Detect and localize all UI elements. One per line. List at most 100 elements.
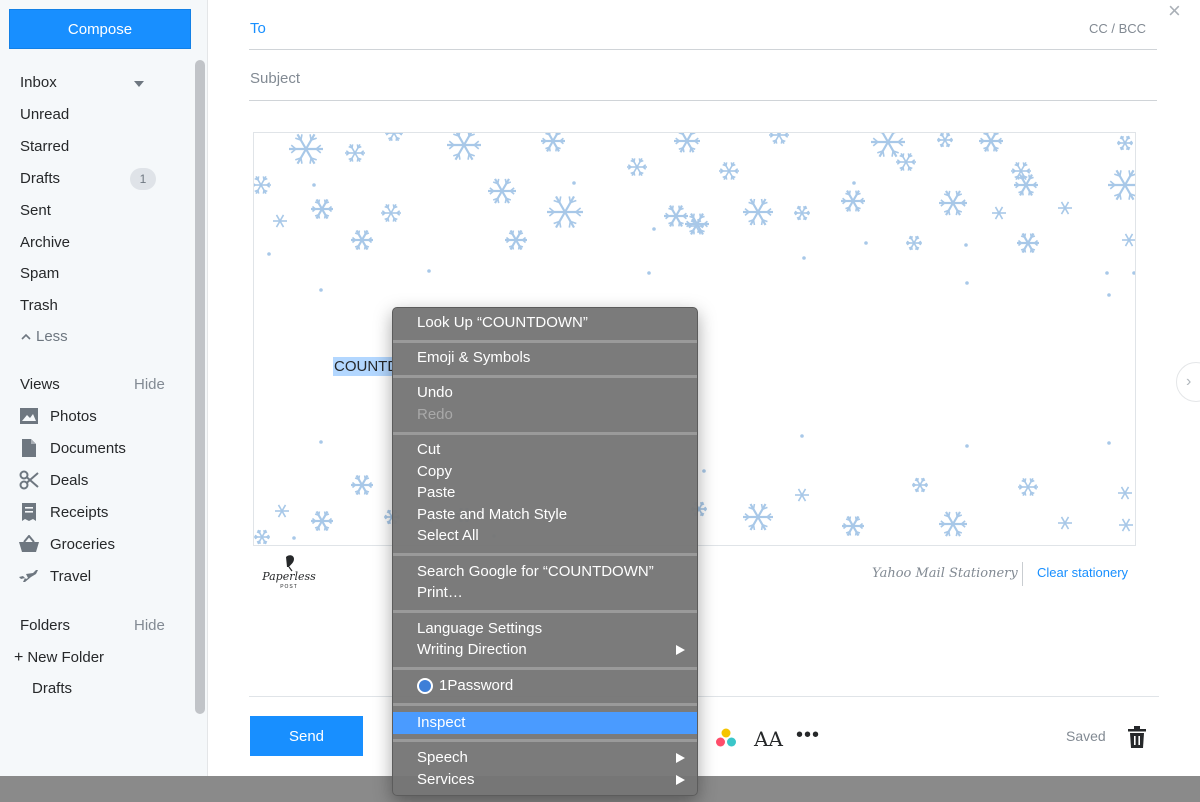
menu-item-select-all[interactable]: Select All bbox=[417, 525, 479, 547]
less-toggle[interactable]: Less bbox=[20, 326, 180, 348]
photos-icon bbox=[18, 405, 40, 427]
sidebar-item-documents[interactable]: Documents bbox=[18, 437, 126, 459]
snow-dot bbox=[572, 181, 576, 185]
sidebar-item-groceries[interactable]: Groceries bbox=[18, 533, 115, 555]
sidebar-scrollbar[interactable] bbox=[195, 60, 205, 714]
menu-separator bbox=[393, 703, 697, 706]
snowflake-icon bbox=[505, 229, 527, 251]
sidebar-item-label: Sent bbox=[20, 202, 51, 219]
subject-field[interactable] bbox=[249, 51, 1157, 101]
sidebar-item-label: Travel bbox=[50, 567, 92, 585]
sidebar-item-label: Spam bbox=[20, 265, 60, 282]
menu-separator bbox=[393, 610, 697, 613]
font-size-icon[interactable]: AA bbox=[754, 727, 783, 751]
to-label[interactable]: To bbox=[250, 20, 266, 37]
sidebar-item-label: Receipts bbox=[50, 503, 109, 521]
snowflake-icon bbox=[351, 229, 373, 251]
menu-item-speech[interactable]: Speech bbox=[417, 747, 468, 769]
clear-stationery-link[interactable]: Clear stationery bbox=[1037, 565, 1128, 580]
menu-item-look-up[interactable]: Look Up “COUNTDOWN” bbox=[417, 312, 588, 334]
snowflake-icon bbox=[1058, 516, 1072, 530]
sidebar-item-unread[interactable]: Unread bbox=[20, 104, 180, 126]
menu-separator bbox=[393, 739, 697, 742]
menu-item-redo: Redo bbox=[417, 406, 453, 423]
snow-dot bbox=[962, 201, 966, 205]
chevron-down-icon[interactable] bbox=[134, 81, 144, 87]
folder-item-label: Drafts bbox=[32, 680, 73, 697]
folders-hide-button[interactable]: Hide bbox=[134, 617, 165, 634]
snow-dot bbox=[964, 243, 968, 247]
snowflake-icon bbox=[743, 198, 773, 226]
sidebar-item-spam[interactable]: Spam bbox=[20, 263, 180, 285]
sidebar-item-sent[interactable]: Sent bbox=[20, 200, 180, 222]
snowflake-icon bbox=[664, 205, 688, 227]
menu-item-paste[interactable]: Paste bbox=[417, 482, 455, 504]
stationery-divider bbox=[1022, 562, 1023, 586]
sidebar-item-trash[interactable]: Trash bbox=[20, 295, 180, 317]
snowflake-icon bbox=[841, 190, 865, 212]
snowflake-icon bbox=[794, 205, 810, 221]
menu-item-search-google[interactable]: Search Google for “COUNTDOWN” bbox=[417, 561, 654, 583]
sidebar-item-archive[interactable]: Archive bbox=[20, 232, 180, 254]
sidebar-item-deals[interactable]: Deals bbox=[18, 469, 88, 491]
snowflake-icon bbox=[979, 133, 1003, 152]
sidebar-item-drafts[interactable]: Drafts bbox=[20, 168, 180, 190]
menu-item-inspect[interactable]: Inspect bbox=[417, 712, 465, 734]
context-menu: Look Up “COUNTDOWN” Emoji & Symbols Undo… bbox=[392, 307, 698, 796]
snowflake-icon bbox=[769, 133, 789, 145]
close-icon[interactable]: × bbox=[1168, 0, 1181, 22]
snowflake-icon bbox=[385, 133, 403, 142]
sidebar-item-label: Deals bbox=[50, 471, 89, 489]
snowflake-icon bbox=[547, 195, 583, 229]
snowflake-icon bbox=[795, 488, 809, 502]
cc-bcc-button[interactable]: CC / BCC bbox=[1089, 21, 1146, 36]
trash-icon[interactable] bbox=[1127, 726, 1147, 748]
snowflake-icon bbox=[871, 133, 905, 158]
basket-icon bbox=[18, 533, 40, 555]
stationery-name: Yahoo Mail Stationery bbox=[872, 566, 1018, 581]
snowflake-icon bbox=[1058, 201, 1072, 215]
menu-item-copy[interactable]: Copy bbox=[417, 461, 452, 483]
menu-item-1password[interactable]: 1Password bbox=[439, 675, 513, 697]
snowflake-icon bbox=[1017, 232, 1039, 254]
to-field-row[interactable] bbox=[249, 0, 1157, 50]
menu-item-language-settings[interactable]: Language Settings bbox=[417, 618, 542, 640]
scissors-icon bbox=[18, 469, 40, 491]
snow-dot bbox=[319, 440, 323, 444]
send-button[interactable]: Send bbox=[250, 716, 363, 756]
snowflake-icon bbox=[1122, 233, 1135, 247]
new-folder-button[interactable]: + New Folder bbox=[14, 647, 174, 669]
snowflake-icon bbox=[896, 152, 916, 172]
more-options-icon[interactable]: ••• bbox=[796, 724, 820, 747]
snow-dot bbox=[267, 252, 271, 256]
menu-item-services[interactable]: Services bbox=[417, 769, 475, 791]
sidebar-item-label: Photos bbox=[50, 407, 97, 425]
subject-input[interactable]: Subject bbox=[250, 70, 300, 87]
menu-item-cut[interactable]: Cut bbox=[417, 439, 440, 461]
menu-item-emoji-symbols[interactable]: Emoji & Symbols bbox=[417, 347, 530, 369]
menu-item-print[interactable]: Print… bbox=[417, 582, 463, 604]
snowflake-icon bbox=[627, 157, 647, 177]
snow-dot bbox=[852, 181, 856, 185]
snowflake-icon bbox=[1119, 518, 1133, 532]
menu-item-undo[interactable]: Undo bbox=[417, 382, 453, 404]
compose-button[interactable]: Compose bbox=[9, 9, 191, 49]
sidebar-item-receipts[interactable]: Receipts bbox=[18, 501, 108, 523]
sidebar-item-photos[interactable]: Photos bbox=[18, 405, 97, 427]
selected-body-text[interactable]: COUNTDOWN bbox=[333, 357, 393, 376]
snow-dot bbox=[319, 288, 323, 292]
folder-item-drafts[interactable]: Drafts bbox=[32, 678, 192, 700]
menu-item-writing-direction[interactable]: Writing Direction bbox=[417, 639, 527, 661]
sidebar-item-label: Documents bbox=[50, 439, 126, 457]
color-palette-icon[interactable] bbox=[714, 727, 738, 749]
sidebar-item-starred[interactable]: Starred bbox=[20, 136, 180, 158]
sidebar-item-inbox[interactable]: Inbox bbox=[20, 72, 180, 94]
views-hide-button[interactable]: Hide bbox=[134, 376, 165, 393]
snowflake-icon bbox=[541, 133, 565, 152]
svg-text:POST: POST bbox=[280, 584, 298, 590]
chevron-right-icon[interactable]: › bbox=[1176, 362, 1200, 402]
menu-item-paste-match-style[interactable]: Paste and Match Style bbox=[417, 504, 567, 526]
snowflake-icon bbox=[275, 504, 289, 518]
snowflake-icon bbox=[381, 203, 401, 223]
sidebar-item-travel[interactable]: Travel bbox=[18, 565, 91, 587]
